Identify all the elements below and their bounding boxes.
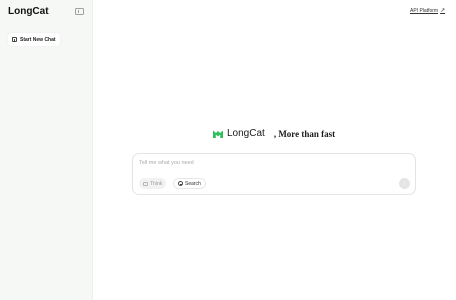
globe-icon: [178, 181, 183, 186]
hero: LongCat , More than fast: [212, 128, 335, 139]
hero-title: LongCat: [227, 128, 265, 139]
brand-title: LongCat: [8, 6, 49, 17]
think-toggle[interactable]: Think: [139, 178, 167, 189]
arrow-up-icon: ↑: [403, 180, 406, 187]
start-new-chat-button[interactable]: Start New Chat: [8, 33, 60, 46]
think-label: Think: [150, 180, 163, 187]
start-new-chat-label: Start New Chat: [20, 36, 56, 43]
longcat-logo-icon: [213, 130, 223, 138]
think-icon: [143, 181, 148, 186]
arrow-up-right-icon: ↗: [440, 8, 446, 14]
new-chat-icon: [12, 37, 17, 42]
api-platform-label: API Platform: [410, 8, 439, 14]
send-button[interactable]: ↑: [399, 178, 410, 189]
api-platform-link[interactable]: API Platform ↗: [410, 8, 445, 14]
hero-tagline: , More than fast: [273, 128, 336, 139]
search-toggle[interactable]: Search: [173, 178, 206, 189]
sidebar: LongCat Start New Chat: [0, 0, 93, 300]
message-input[interactable]: [139, 160, 379, 166]
collapse-sidebar-icon[interactable]: [75, 8, 84, 15]
chat-composer: Think Search ↑: [132, 153, 416, 195]
search-label: Search: [185, 180, 201, 187]
